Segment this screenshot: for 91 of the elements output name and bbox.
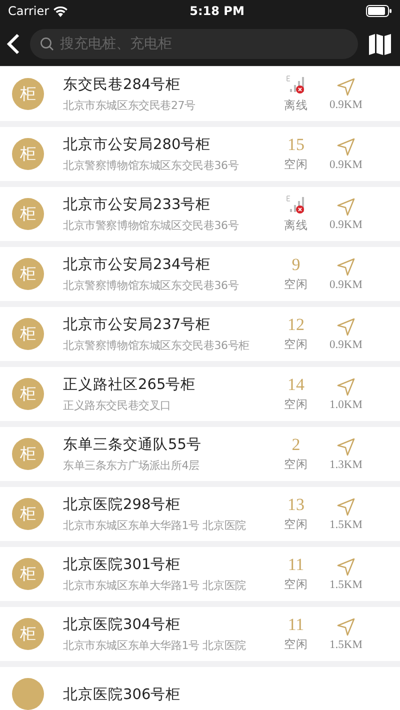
cabinet-row[interactable]: 柜 北京医院304号柜 北京市东城区东单大华路1号 北京医院 11 空闲 1.5KM <box>0 607 400 661</box>
cabinet-badge: 柜 <box>12 378 44 410</box>
cabinet-address: 东单三条东方广场派出所4层 <box>63 458 200 473</box>
cabinet-name: 东单三条交通队55号 <box>63 436 202 454</box>
battery-icon <box>366 5 392 17</box>
status-label: 空闲 <box>284 397 308 412</box>
clock-time: 5:18 PM <box>190 4 244 18</box>
cabinet-address: 北京市警察博物馆东城区交民巷36号 <box>63 218 240 233</box>
cabinet-row[interactable]: 柜 正义路社区265号柜 正义路东交民巷交叉口 14 空闲 1.0KM <box>0 367 400 421</box>
cabinet-name: 北京市公安局233号柜 <box>63 196 212 214</box>
cabinet-name: 北京医院304号柜 <box>63 616 182 634</box>
cabinet-address: 正义路东交民巷交叉口 <box>63 398 172 413</box>
cabinet-name: 北京医院298号柜 <box>63 496 182 514</box>
free-count: 13 <box>288 496 304 514</box>
cabinet-address: 北京市东城区东单大华路1号 北京医院 <box>63 638 247 653</box>
cabinet-address: 北京警察博物馆东城区东交民巷36号柜 <box>63 338 250 353</box>
cabinet-badge: 柜 <box>12 258 44 290</box>
distance-label: 0.9KM <box>330 218 362 230</box>
cabinet-row[interactable]: 柜 东单三条交通队55号 东单三条东方广场派出所4层 2 空闲 1.3KM <box>0 427 400 481</box>
status-label: 空闲 <box>284 637 308 652</box>
distance-label: 1.3KM <box>330 458 362 470</box>
cabinet-row[interactable]: 柜 北京市公安局237号柜 北京警察博物馆东城区东交民巷36号柜 12 空闲 0.9KM <box>0 307 400 361</box>
free-count: 2 <box>292 436 300 454</box>
cabinet-badge: 柜 <box>12 618 44 650</box>
cabinet-row[interactable]: 北京医院306号柜 <box>0 667 400 710</box>
free-count: 15 <box>288 136 304 154</box>
cabinet-name: 东交民巷284号柜 <box>63 76 182 94</box>
cabinet-address: 北京市东城区东交民巷27号 <box>63 98 196 113</box>
navigation-arrow-icon[interactable] <box>337 78 355 96</box>
cabinet-row[interactable]: 柜 东交民巷284号柜 北京市东城区东交民巷27号 离线 0.9KM <box>0 67 400 121</box>
cabinet-name: 北京市公安局280号柜 <box>63 136 212 154</box>
cabinet-badge: 柜 <box>12 198 44 230</box>
cabinet-row[interactable]: 柜 北京市公安局280号柜 北京警察博物馆东城区东交民巷36号 15 空闲 0.9KM <box>0 127 400 181</box>
navigation-arrow-icon[interactable] <box>337 378 355 396</box>
cabinet-badge: 柜 <box>12 78 44 110</box>
navigation-arrow-icon[interactable] <box>337 198 355 216</box>
cabinet-name: 北京医院306号柜 <box>63 686 182 704</box>
cabinet-badge <box>12 678 44 710</box>
distance-label: 0.9KM <box>330 158 362 170</box>
free-count: 9 <box>292 256 300 274</box>
search-field[interactable]: 搜充电桩、充电柜 <box>30 29 358 59</box>
back-button[interactable] <box>6 33 20 55</box>
cabinet-address: 北京警察博物馆东城区东交民巷36号 <box>63 278 240 293</box>
cabinet-name: 正义路社区265号柜 <box>63 376 197 394</box>
cabinet-badge: 柜 <box>12 138 44 170</box>
search-icon <box>40 37 54 51</box>
cabinet-badge: 柜 <box>12 318 44 350</box>
cabinet-row[interactable]: 柜 北京市公安局233号柜 北京市警察博物馆东城区交民巷36号 离线 0.9KM <box>0 187 400 241</box>
free-count: 11 <box>288 616 304 634</box>
cabinet-address: 北京警察博物馆东城区东交民巷36号 <box>63 158 240 173</box>
distance-label: 0.9KM <box>330 338 362 350</box>
cabinet-name: 北京市公安局237号柜 <box>63 316 212 334</box>
no-signal-icon <box>286 75 306 95</box>
navigation-arrow-icon[interactable] <box>337 138 355 156</box>
status-label: 离线 <box>284 218 308 233</box>
no-signal-icon <box>286 195 306 215</box>
free-count: 11 <box>288 556 304 574</box>
cabinet-row[interactable]: 柜 北京医院298号柜 北京市东城区东单大华路1号 北京医院 13 空闲 1.5KM <box>0 487 400 541</box>
distance-label: 0.9KM <box>330 98 362 110</box>
cabinet-badge: 柜 <box>12 438 44 470</box>
distance-label: 0.9KM <box>330 278 362 290</box>
cabinet-row[interactable]: 柜 北京医院301号柜 北京市东城区东单大华路1号 北京医院 11 空闲 1.5KM <box>0 547 400 601</box>
cabinet-badge: 柜 <box>12 498 44 530</box>
status-label: 空闲 <box>284 337 308 352</box>
cabinet-badge: 柜 <box>12 558 44 590</box>
cabinet-address: 北京市东城区东单大华路1号 北京医院 <box>63 578 247 593</box>
status-label: 离线 <box>284 98 308 113</box>
distance-label: 1.5KM <box>330 578 362 590</box>
navigation-arrow-icon[interactable] <box>337 318 355 336</box>
navigation-arrow-icon[interactable] <box>337 618 355 636</box>
status-label: 空闲 <box>284 277 308 292</box>
navigation-arrow-icon[interactable] <box>337 258 355 276</box>
status-label: 空闲 <box>284 577 308 592</box>
distance-label: 1.0KM <box>330 398 362 410</box>
navigation-arrow-icon[interactable] <box>337 438 355 456</box>
status-label: 空闲 <box>284 457 308 472</box>
free-count: 12 <box>288 316 304 334</box>
cabinet-name: 北京市公安局234号柜 <box>63 256 212 274</box>
free-count: 14 <box>288 376 304 394</box>
map-button[interactable] <box>368 32 392 56</box>
status-label: 空闲 <box>284 157 308 172</box>
carrier-label: Carrier <box>8 4 50 18</box>
distance-label: 1.5KM <box>330 518 362 530</box>
cabinet-row[interactable]: 柜 北京市公安局234号柜 北京警察博物馆东城区东交民巷36号 9 空闲 0.9KM <box>0 247 400 301</box>
navigation-arrow-icon[interactable] <box>337 558 355 576</box>
distance-label: 1.5KM <box>330 638 362 650</box>
status-label: 空闲 <box>284 517 308 532</box>
cabinet-address: 北京市东城区东单大华路1号 北京医院 <box>63 518 247 533</box>
cabinet-name: 北京医院301号柜 <box>63 556 182 574</box>
wifi-icon <box>53 6 68 16</box>
navigation-arrow-icon[interactable] <box>337 498 355 516</box>
